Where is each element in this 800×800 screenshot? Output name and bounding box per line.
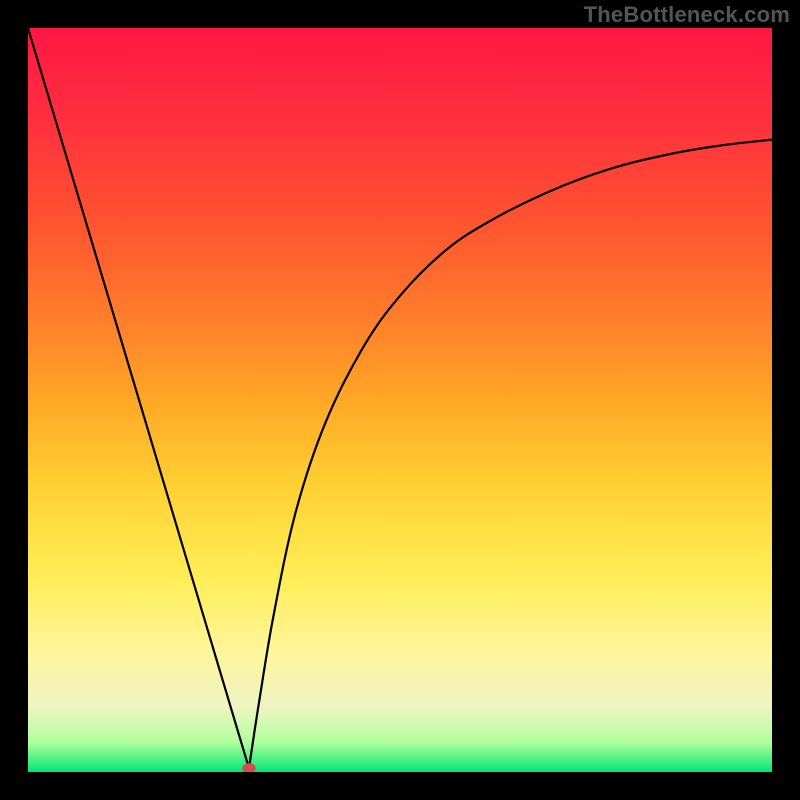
- watermark-text: TheBottleneck.com: [584, 2, 790, 28]
- chart-frame: TheBottleneck.com: [0, 0, 800, 800]
- bottleneck-plot: [28, 28, 772, 772]
